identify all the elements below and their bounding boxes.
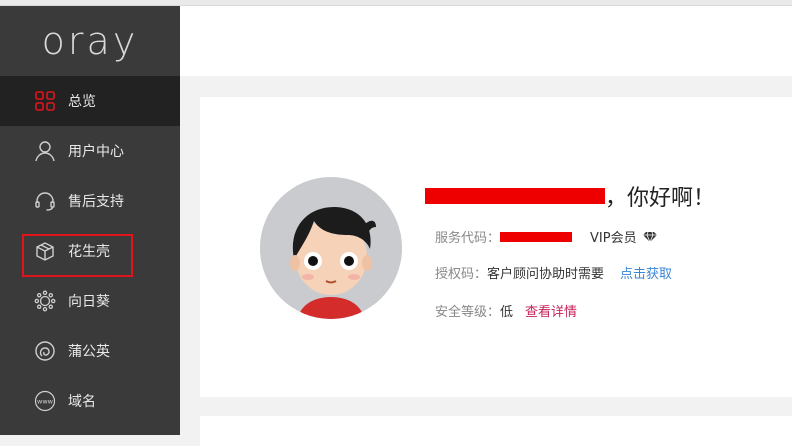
user-icon <box>34 140 56 162</box>
service-code-label: 服务代码： <box>435 231 501 246</box>
sidebar-item-label: 向日葵 <box>68 294 110 310</box>
sidebar-nav: 总览 用户中心 售后支持 花生壳 向日葵 蒲公英 www 域名 <box>0 76 180 426</box>
security-level-value: 低 <box>500 305 514 320</box>
sidebar-item-label: 域名 <box>68 394 96 410</box>
redacted-username <box>425 188 605 204</box>
service-code-row: 服务代码： VIP会员 <box>435 227 657 246</box>
secondary-card <box>200 416 792 446</box>
sidebar-item-label: 花生壳 <box>68 244 110 260</box>
diamond-icon <box>642 231 657 243</box>
security-level-row: 安全等级： 低 查看详情 <box>435 301 577 320</box>
vip-badge: VIP会员 <box>590 231 637 246</box>
auth-code-value: 客户顾问协助时需要 <box>487 267 605 282</box>
sidebar-item-sunflower[interactable]: 向日葵 <box>0 276 180 326</box>
sidebar-item-user-center[interactable]: 用户中心 <box>0 126 180 176</box>
box-icon <box>34 240 56 262</box>
greeting: ，你好啊！ <box>425 182 716 211</box>
sidebar-item-label: 蒲公英 <box>68 344 110 360</box>
view-details-link[interactable]: 查看详情 <box>525 301 577 320</box>
sidebar-item-support[interactable]: 售后支持 <box>0 176 180 226</box>
avatar[interactable] <box>260 177 402 319</box>
main-content: ，你好啊！ 服务代码： VIP会员 授权码： 客户顾问协助时需要 点击获取 安全… <box>180 76 792 446</box>
sidebar-item-peanut-shell[interactable]: 花生壳 <box>0 226 180 277</box>
auth-code-row: 授权码： 客户顾问协助时需要 点击获取 <box>435 263 672 282</box>
headset-icon <box>34 190 56 212</box>
oray-logo: oray <box>41 19 139 63</box>
profile-card: ，你好啊！ 服务代码： VIP会员 授权码： 客户顾问协助时需要 点击获取 安全… <box>200 97 792 397</box>
security-level-label: 安全等级： <box>435 305 501 320</box>
sidebar-item-label: 售后支持 <box>68 194 124 210</box>
svg-text:www: www <box>37 398 54 406</box>
top-header <box>180 6 792 76</box>
sidebar-item-label: 用户中心 <box>68 144 124 160</box>
sidebar-item-overview[interactable]: 总览 <box>0 76 180 126</box>
sunflower-icon <box>34 290 56 312</box>
sidebar-item-dandelion[interactable]: 蒲公英 <box>0 326 180 376</box>
get-auth-code-link[interactable]: 点击获取 <box>620 263 672 282</box>
sidebar-item-domain[interactable]: www 域名 <box>0 376 180 426</box>
dandelion-icon <box>34 340 56 362</box>
logo-area[interactable]: oray <box>0 6 180 76</box>
redacted-service-code <box>500 231 573 242</box>
sidebar: oray 总览 用户中心 售后支持 花生壳 向日葵 蒲公英 www 域名 <box>0 6 180 435</box>
greeting-suffix: ，你好啊！ <box>605 186 716 211</box>
dashboard-grid-icon <box>34 90 56 112</box>
www-icon: www <box>34 390 56 412</box>
auth-code-label: 授权码： <box>435 267 488 282</box>
sidebar-item-label: 总览 <box>68 94 96 110</box>
